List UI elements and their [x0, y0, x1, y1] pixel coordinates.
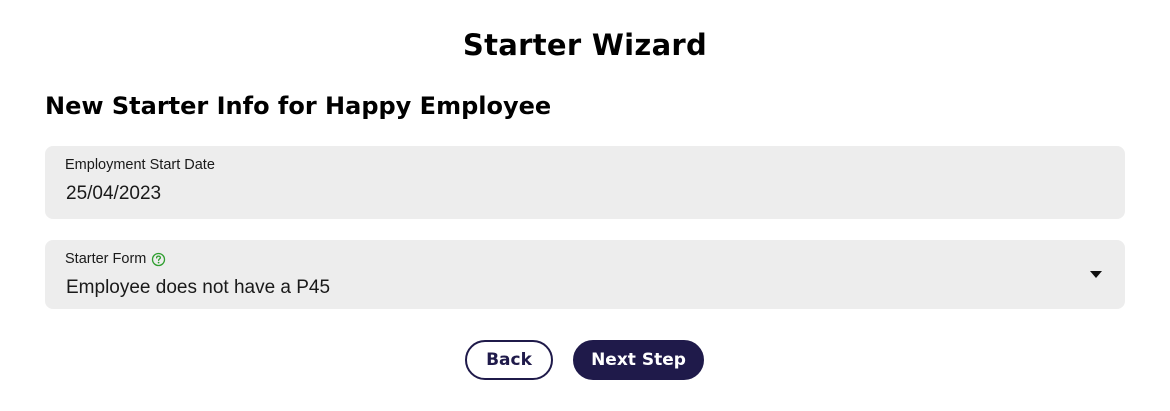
- starter-form-select[interactable]: Starter Form Employee does not have a P4…: [45, 240, 1125, 309]
- employment-start-date-value[interactable]: 25/04/2023: [66, 183, 161, 205]
- starter-form-value: Employee does not have a P45: [66, 277, 331, 298]
- employment-start-date-label: Employment Start Date: [65, 157, 215, 173]
- page-title: Starter Wizard: [462, 28, 708, 62]
- section-heading: New Starter Info for Happy Employee: [45, 92, 552, 120]
- back-button[interactable]: Back: [465, 340, 553, 380]
- employment-start-date-field[interactable]: Employment Start Date 25/04/2023: [45, 146, 1125, 219]
- caret-down-icon[interactable]: [1089, 270, 1103, 279]
- next-step-button[interactable]: Next Step: [573, 340, 704, 380]
- question-circle-icon[interactable]: [151, 252, 166, 267]
- starter-form-label-row: Starter Form: [65, 251, 166, 267]
- starter-form-label: Starter Form: [65, 251, 147, 267]
